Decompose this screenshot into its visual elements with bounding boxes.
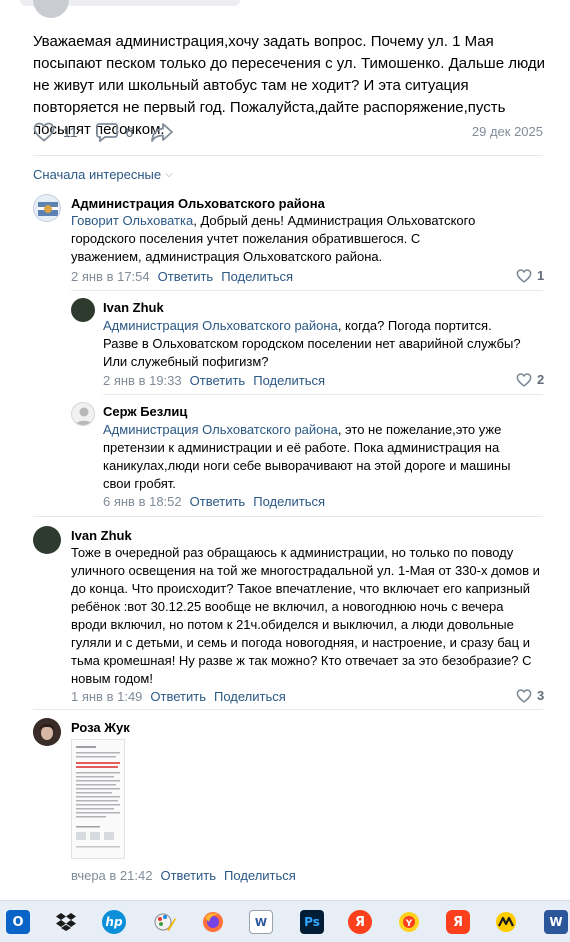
- windows-taskbar: O hp W Ps Я Y Я W: [0, 900, 570, 942]
- like-count: 3: [537, 688, 545, 703]
- dropbox-icon[interactable]: [54, 910, 78, 934]
- yandex-icon[interactable]: Я: [348, 910, 372, 934]
- paint-glyph: [154, 913, 176, 931]
- comment-text: Администрация Ольховатского района, когд…: [103, 317, 523, 371]
- comment-icon: [95, 123, 118, 142]
- yandex-music-icon[interactable]: [494, 910, 518, 934]
- coat-of-arms-icon: [38, 202, 58, 216]
- divider: [33, 155, 543, 156]
- dropbox-glyph: [56, 913, 76, 931]
- comment-date[interactable]: вчера в 21:42: [71, 868, 152, 883]
- comment-text: Администрация Ольховатского района, это …: [103, 421, 523, 493]
- comment-meta: 2 янв в 19:33 Ответить Поделиться: [103, 373, 325, 388]
- reply-button[interactable]: Ответить: [160, 868, 216, 883]
- photoshop-icon[interactable]: Ps: [300, 910, 324, 934]
- comment-meta: 6 янв в 18:52 Ответить Поделиться: [103, 494, 325, 509]
- comment-author[interactable]: Ivan Zhuk: [71, 528, 132, 543]
- reply-button[interactable]: Ответить: [190, 373, 246, 388]
- avatar[interactable]: [71, 402, 95, 426]
- comment-author[interactable]: Ivan Zhuk: [103, 300, 164, 315]
- divider: [71, 290, 543, 291]
- share-icon: [151, 123, 174, 142]
- firefox-glyph: [203, 912, 223, 932]
- post-page: Уважаемая администрация,хочу задать вопр…: [0, 0, 570, 900]
- sort-label: Сначала интересные: [33, 167, 162, 182]
- comment-author[interactable]: Серж Безлиц: [103, 404, 187, 419]
- reply-button[interactable]: Ответить: [190, 494, 246, 509]
- reply-button[interactable]: Ответить: [158, 269, 214, 284]
- post-date: 29 дек 2025: [471, 124, 543, 139]
- mention-link[interactable]: Администрация Ольховатского района: [103, 318, 338, 333]
- hp-icon[interactable]: hp: [102, 910, 126, 934]
- avatar[interactable]: [33, 718, 61, 746]
- firefox-icon[interactable]: [201, 910, 225, 934]
- like-count: 2: [537, 372, 545, 387]
- divider: [33, 709, 543, 710]
- person-placeholder-icon: [75, 407, 93, 425]
- mention-link[interactable]: Говорит Ольховатка: [71, 213, 193, 228]
- attached-image[interactable]: [71, 739, 125, 859]
- like-count: 1: [537, 268, 545, 283]
- like-button[interactable]: 11: [33, 122, 78, 142]
- svg-text:Y: Y: [405, 919, 413, 929]
- word-icon[interactable]: W: [544, 910, 568, 934]
- heart-icon: [516, 688, 532, 703]
- yandex-app-icon[interactable]: Я: [446, 910, 470, 934]
- share-link[interactable]: Поделиться: [224, 868, 296, 883]
- comment-date[interactable]: 2 янв в 17:54: [71, 269, 150, 284]
- post-actions: 11 6: [33, 120, 199, 144]
- reply-button[interactable]: Ответить: [150, 689, 206, 704]
- yandex-browser-glyph: Y: [399, 912, 419, 932]
- comment-like-button[interactable]: 3: [516, 688, 544, 703]
- post-author-avatar[interactable]: [33, 0, 69, 18]
- comment-text: Тоже в очередной раз обращаюсь к админис…: [71, 545, 540, 686]
- comment-date[interactable]: 6 янв в 18:52: [103, 494, 182, 509]
- comment-date[interactable]: 1 янв в 1:49: [71, 689, 142, 704]
- share-link[interactable]: Поделиться: [253, 494, 325, 509]
- word-doc-icon[interactable]: W: [249, 910, 273, 934]
- mention-link[interactable]: Администрация Ольховатского района: [103, 422, 338, 437]
- yandex-browser-icon[interactable]: Y: [397, 910, 421, 934]
- comment-date[interactable]: 2 янв в 19:33: [103, 373, 182, 388]
- like-count: 11: [63, 124, 78, 140]
- sort-dropdown[interactable]: Сначала интересные ⌵: [33, 167, 173, 182]
- comment-like-button[interactable]: 1: [516, 268, 544, 283]
- heart-icon: [516, 372, 532, 387]
- paint-icon[interactable]: [153, 910, 177, 934]
- heart-icon: [516, 268, 532, 283]
- divider: [103, 394, 543, 395]
- comment-button[interactable]: 6: [95, 122, 134, 142]
- yandex-music-glyph: [496, 912, 516, 932]
- comment-author[interactable]: Роза Жук: [71, 720, 130, 735]
- share-link[interactable]: Поделиться: [221, 269, 293, 284]
- chevron-down-icon: ⌵: [165, 169, 173, 180]
- comment-meta: 2 янв в 17:54 Ответить Поделиться: [71, 269, 293, 284]
- comment-meta: 1 янв в 1:49 Ответить Поделиться: [71, 689, 286, 704]
- avatar[interactable]: [33, 526, 61, 554]
- share-link[interactable]: Поделиться: [253, 373, 325, 388]
- comment-meta: вчера в 21:42 Ответить Поделиться: [71, 868, 296, 883]
- avatar[interactable]: [33, 194, 61, 222]
- divider: [33, 516, 543, 517]
- comment-like-button[interactable]: 2: [516, 372, 544, 387]
- comment-text: Говорит Ольховатка, Добрый день! Админис…: [71, 212, 481, 266]
- profile-photo-icon: [33, 718, 61, 746]
- comment-count: 6: [125, 124, 134, 140]
- share-link[interactable]: Поделиться: [214, 689, 286, 704]
- share-button[interactable]: [151, 122, 181, 142]
- outlook-icon[interactable]: O: [6, 910, 30, 934]
- document-preview-icon: [76, 746, 120, 848]
- avatar[interactable]: [71, 298, 95, 322]
- heart-icon: [33, 122, 55, 142]
- comment-author[interactable]: Администрация Ольховатского района: [71, 196, 325, 211]
